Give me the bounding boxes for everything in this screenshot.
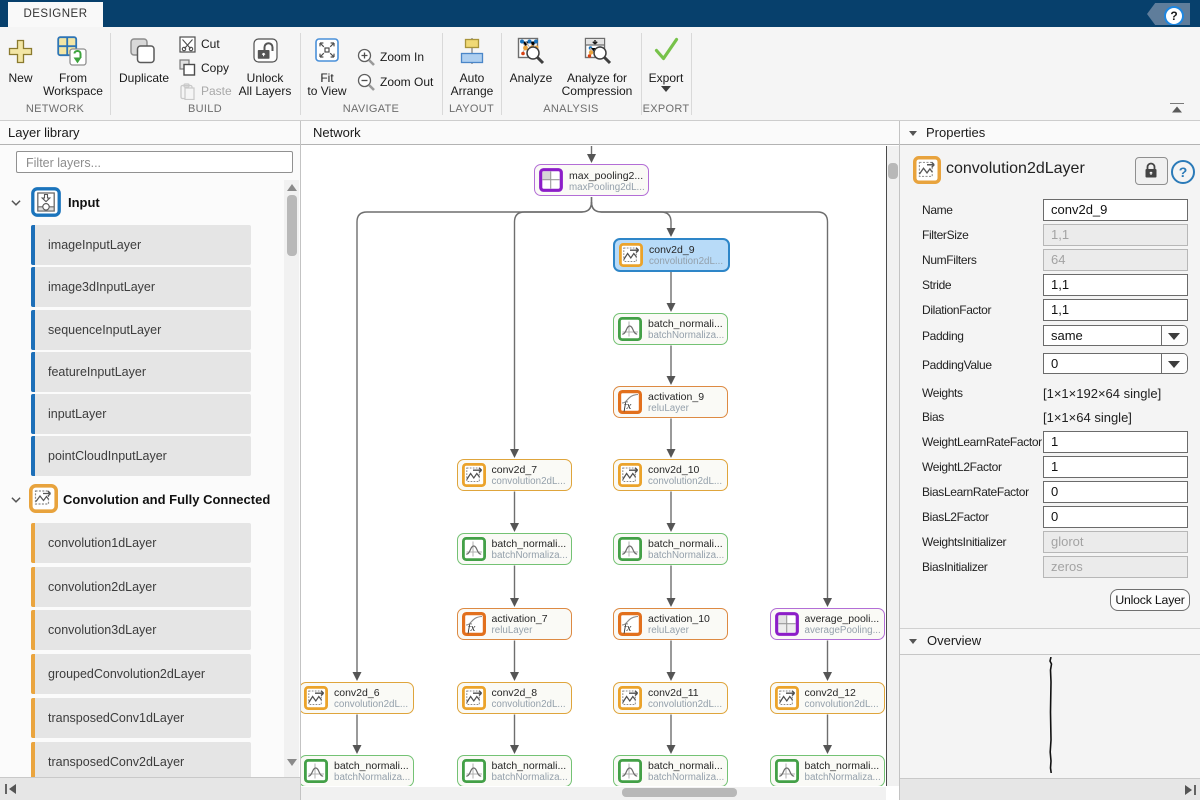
svg-text:fx: fx [624, 622, 632, 634]
svg-text:fx: fx [624, 400, 632, 412]
svg-text:fx: fx [467, 622, 475, 634]
